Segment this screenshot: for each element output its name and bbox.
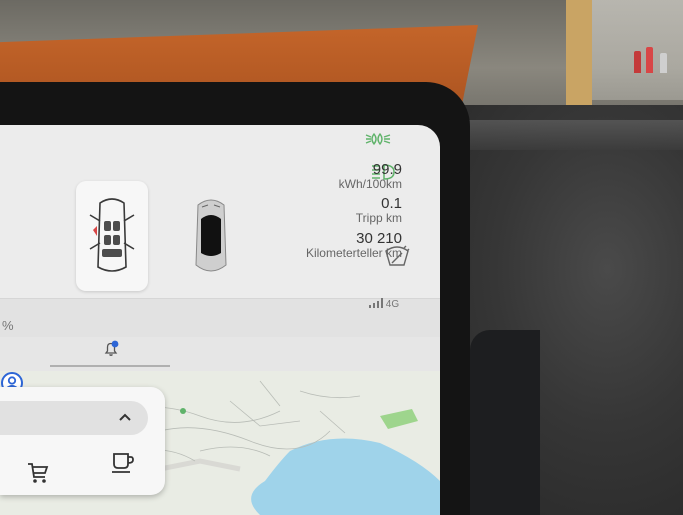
screen-mount xyxy=(470,330,540,515)
car-top-view-icon xyxy=(195,199,227,272)
dashboard-edge xyxy=(440,120,683,150)
bottles xyxy=(630,45,680,73)
car-doors-icon xyxy=(89,198,135,272)
vehicle-display: 99.9 kWh/100km 0.1 Tripp km 30 210 Kilom… xyxy=(0,125,440,515)
signal-indicator: 4G xyxy=(369,298,399,310)
trip-value: 0.1 xyxy=(381,195,402,212)
chevron-up-icon[interactable] xyxy=(115,407,135,427)
trip-stat: 0.1 Tripp km xyxy=(356,195,402,225)
wiper-icon[interactable] xyxy=(384,245,410,267)
quick-access-panel xyxy=(0,387,165,495)
tab-underline xyxy=(50,365,170,367)
battery-percent-fragment: % xyxy=(2,318,14,333)
consumption-unit: kWh/100km xyxy=(338,177,402,191)
trip-label: Tripp km xyxy=(355,211,402,225)
coffee-cup-icon[interactable] xyxy=(110,449,136,475)
wooden-column xyxy=(566,0,592,120)
notification-bell-icon[interactable] xyxy=(102,340,120,358)
parking-lights-icon[interactable] xyxy=(364,131,392,147)
consumption-stat: 99.9 kWh/100km xyxy=(339,161,402,191)
signal-bars-icon xyxy=(369,298,383,308)
signal-label: 4G xyxy=(385,299,400,310)
car-doors-card[interactable] xyxy=(76,181,148,291)
shopping-cart-icon[interactable] xyxy=(26,461,50,485)
consumption-value: 99.9 xyxy=(372,161,402,178)
